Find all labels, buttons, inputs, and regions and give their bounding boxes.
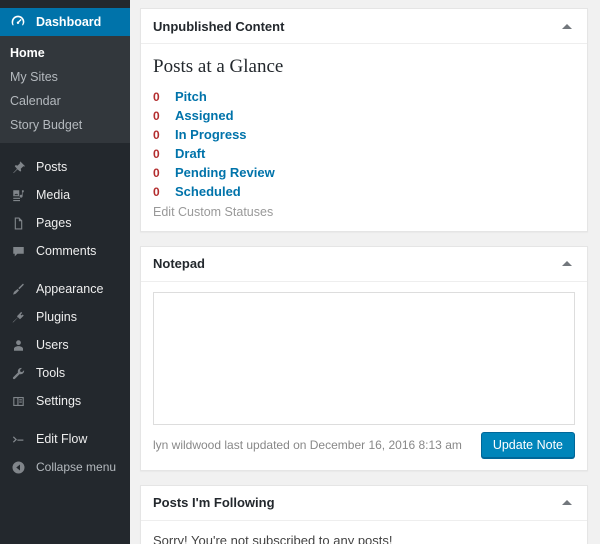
status-row: 0 Assigned bbox=[153, 108, 575, 123]
sidebar-item-pages[interactable]: Pages bbox=[0, 209, 130, 237]
collapse-toggle-icon[interactable] bbox=[559, 495, 575, 511]
collapse-toggle-icon[interactable] bbox=[559, 18, 575, 34]
dashboard-submenu: Home My Sites Calendar Story Budget bbox=[0, 36, 130, 143]
plug-icon bbox=[8, 307, 28, 327]
status-row: 0 Pending Review bbox=[153, 165, 575, 180]
sidebar-item-label: Edit Flow bbox=[36, 431, 88, 446]
posts-at-a-glance-title: Posts at a Glance bbox=[153, 56, 284, 77]
sidebar-item-label: Media bbox=[36, 187, 71, 202]
sidebar-item-dashboard[interactable]: Dashboard bbox=[0, 8, 138, 36]
menu-separator bbox=[0, 415, 130, 425]
wrench-icon bbox=[8, 363, 28, 383]
status-link-pitch[interactable]: Pitch bbox=[175, 89, 207, 104]
status-row: 0 Pitch bbox=[153, 89, 575, 104]
status-count: 0 bbox=[153, 146, 160, 161]
dashboard-main: Unpublished Content Posts at a Glance 0 … bbox=[130, 0, 600, 544]
user-icon bbox=[8, 335, 28, 355]
settings-icon bbox=[8, 391, 28, 411]
sidebar-item-users[interactable]: Users bbox=[0, 331, 130, 359]
status-count: 0 bbox=[153, 108, 160, 123]
panel-header-unpublished-content[interactable]: Unpublished Content bbox=[141, 9, 587, 44]
following-empty-message: Sorry! You're not subscribed to any post… bbox=[153, 532, 393, 544]
status-count: 0 bbox=[153, 165, 160, 180]
status-count: 0 bbox=[153, 89, 160, 104]
panel-body-unpublished-content: Posts at a Glance 0 Pitch 0 Assigned 0 I… bbox=[141, 44, 587, 231]
sidebar-item-plugins[interactable]: Plugins bbox=[0, 303, 130, 331]
editflow-icon bbox=[8, 429, 28, 449]
sidebar-item-label: Tools bbox=[36, 365, 66, 380]
sidebar-item-label: Posts bbox=[36, 159, 68, 174]
sidebar-item-label: Plugins bbox=[36, 309, 77, 324]
page-icon bbox=[8, 213, 28, 233]
sidebar-item-label: Settings bbox=[36, 393, 82, 408]
panel-header-posts-following[interactable]: Posts I'm Following bbox=[141, 486, 587, 521]
panel-notepad: Notepad lyn wildwood last updated on Dec… bbox=[140, 245, 588, 471]
sidebar-subitem-story-budget[interactable]: Story Budget bbox=[0, 113, 130, 137]
panel-title: Unpublished Content bbox=[153, 18, 285, 34]
pushpin-icon bbox=[8, 157, 28, 177]
sidebar-item-label: Users bbox=[36, 337, 69, 352]
panel-title: Notepad bbox=[153, 256, 205, 272]
sidebar-item-comments[interactable]: Comments bbox=[0, 237, 130, 265]
sidebar-subitem-home[interactable]: Home bbox=[0, 41, 130, 65]
dashboard-icon bbox=[8, 12, 28, 32]
menu-separator bbox=[0, 265, 130, 275]
sidebar-subitem-calendar[interactable]: Calendar bbox=[0, 89, 130, 113]
sidebar-item-settings[interactable]: Settings bbox=[0, 387, 130, 415]
panel-body-posts-following: Sorry! You're not subscribed to any post… bbox=[141, 521, 587, 544]
edit-custom-statuses-link[interactable]: Edit Custom Statuses bbox=[153, 205, 575, 219]
media-icon bbox=[8, 185, 28, 205]
comment-icon bbox=[8, 241, 28, 261]
status-link-draft[interactable]: Draft bbox=[175, 146, 205, 161]
sidebar-item-label: Pages bbox=[36, 215, 72, 230]
panel-unpublished-content: Unpublished Content Posts at a Glance 0 … bbox=[140, 8, 588, 232]
status-row: 0 In Progress bbox=[153, 127, 575, 142]
status-count: 0 bbox=[153, 127, 160, 142]
notepad-last-updated: lyn wildwood last updated on December 16… bbox=[153, 437, 462, 452]
collapse-toggle-icon[interactable] bbox=[559, 256, 575, 272]
sidebar-item-label: Comments bbox=[36, 243, 97, 258]
panel-posts-following: Posts I'm Following Sorry! You're not su… bbox=[140, 484, 588, 544]
current-menu-arrow bbox=[130, 14, 138, 30]
menu-separator bbox=[0, 143, 130, 153]
panel-title: Posts I'm Following bbox=[153, 495, 275, 511]
status-row: 0 Scheduled bbox=[153, 184, 575, 199]
sidebar-item-label: Collapse menu bbox=[36, 460, 117, 474]
status-row: 0 Draft bbox=[153, 146, 575, 161]
status-link-in-progress[interactable]: In Progress bbox=[175, 127, 247, 142]
sidebar-item-posts[interactable]: Posts bbox=[0, 153, 130, 181]
sidebar-item-edit-flow[interactable]: Edit Flow bbox=[0, 425, 130, 453]
sidebar-item-label: Dashboard bbox=[36, 14, 102, 29]
admin-sidebar: Dashboard Home My Sites Calendar Story B… bbox=[0, 0, 138, 544]
sidebar-subitem-my-sites[interactable]: My Sites bbox=[0, 65, 130, 89]
notepad-footer: lyn wildwood last updated on December 16… bbox=[153, 431, 575, 458]
paintbrush-icon bbox=[8, 279, 28, 299]
sidebar-item-tools[interactable]: Tools bbox=[0, 359, 130, 387]
status-link-assigned[interactable]: Assigned bbox=[175, 108, 234, 123]
notepad-textarea[interactable] bbox=[153, 291, 575, 425]
sidebar-item-appearance[interactable]: Appearance bbox=[0, 275, 130, 303]
sidebar-item-label: Appearance bbox=[36, 281, 104, 296]
sidebar-item-media[interactable]: Media bbox=[0, 181, 130, 209]
panel-body-notepad: lyn wildwood last updated on December 16… bbox=[141, 282, 587, 470]
update-note-button[interactable]: Update Note bbox=[480, 431, 575, 458]
collapse-icon bbox=[8, 457, 28, 477]
status-count: 0 bbox=[153, 184, 160, 199]
status-link-pending-review[interactable]: Pending Review bbox=[175, 165, 275, 180]
status-link-scheduled[interactable]: Scheduled bbox=[175, 184, 241, 199]
collapse-menu-button[interactable]: Collapse menu bbox=[0, 453, 130, 481]
panel-header-notepad[interactable]: Notepad bbox=[141, 247, 587, 282]
